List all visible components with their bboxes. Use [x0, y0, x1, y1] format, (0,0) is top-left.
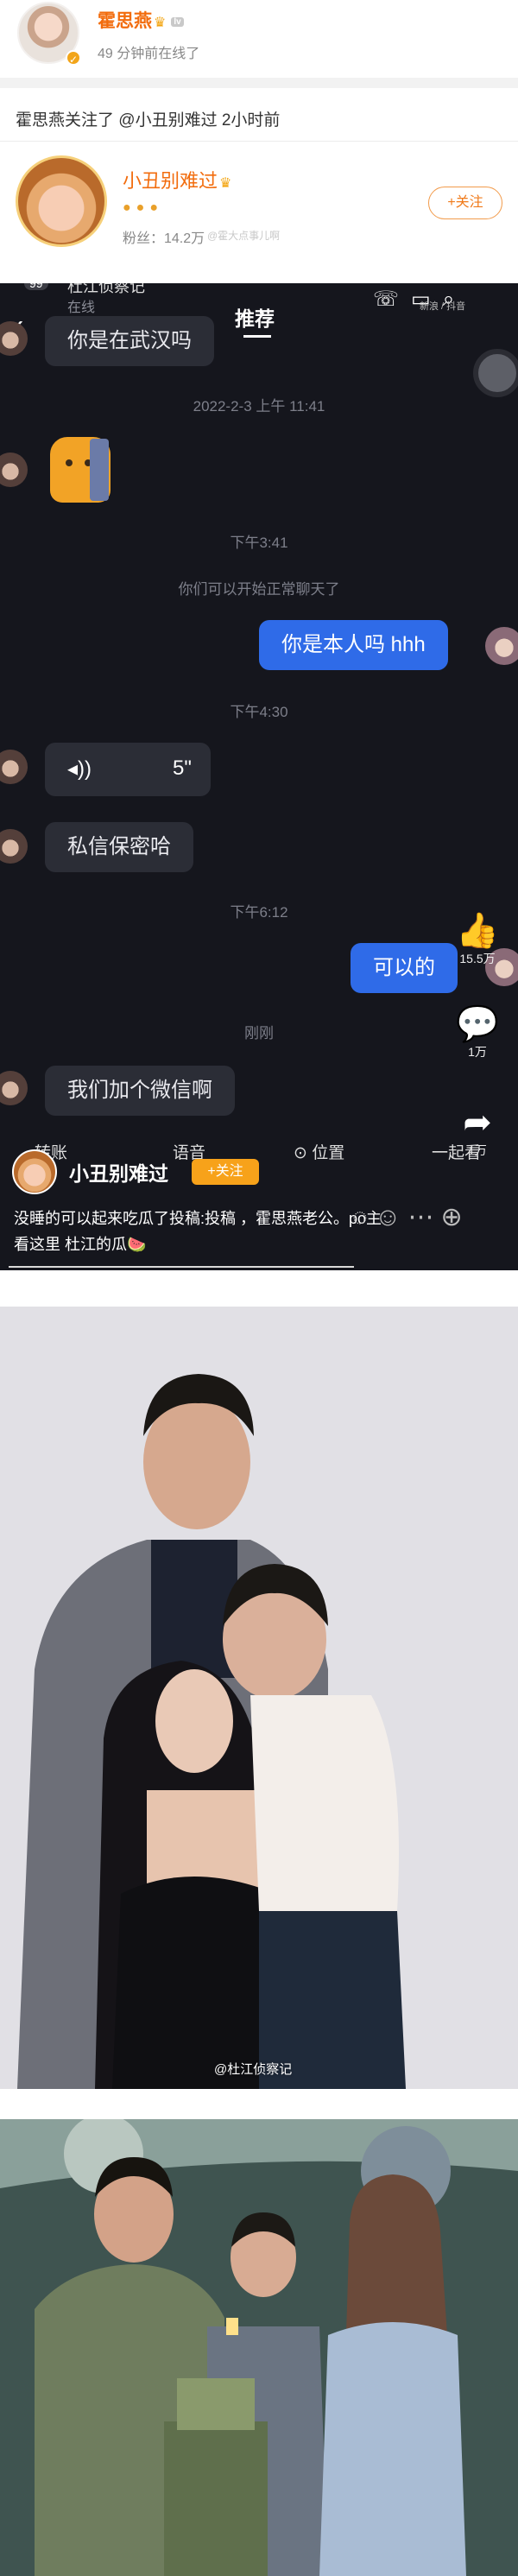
phone-icon[interactable]: ☏: [373, 288, 411, 311]
timestamp: 下午3:41: [230, 535, 288, 551]
location-icon: ⊙: [294, 1144, 313, 1162]
message-bubble: 我们加个微信啊: [45, 1066, 235, 1116]
user-card-avatar[interactable]: [16, 155, 107, 247]
avatar[interactable]: [0, 453, 28, 487]
user-card-name-row[interactable]: 小丑别难过 ♛: [123, 166, 231, 193]
poster-follow-button[interactable]: +关注: [192, 1159, 259, 1185]
gift-icon[interactable]: ◌: [352, 1203, 375, 1231]
profile-name[interactable]: 霍思燕: [98, 11, 152, 31]
caption-icons: ◌☺⋯⊕: [352, 1202, 470, 1232]
medal-icons: ●●●: [123, 200, 163, 215]
chat-screenshot: 99 杜江侦察记 ‹ 在线 推荐 ☏▭⌕ 新浪 / 抖音 你是在武汉吗 2022…: [0, 283, 518, 1270]
profile-name-row[interactable]: 霍思燕 ♛ lv: [98, 7, 184, 33]
watch-together-button[interactable]: 一起看: [432, 1140, 481, 1163]
activity-text: 霍思燕关注了 @小丑别难过 2小时前: [16, 111, 281, 130]
watermark: @霍大点事儿啊: [207, 230, 281, 242]
avatar[interactable]: [0, 829, 28, 864]
follow-button[interactable]: +关注: [428, 187, 502, 219]
message-bubble: 你是本人吗 hhh: [259, 620, 448, 670]
poster-avatar[interactable]: [12, 1149, 57, 1194]
add-icon[interactable]: ⊕: [440, 1203, 469, 1231]
birthday-photo-illustration: [0, 2119, 518, 2576]
profile-header: ✓ 霍思燕 ♛ lv 49 分钟前在线了: [0, 0, 518, 76]
more-icon[interactable]: ⋯: [407, 1203, 440, 1231]
comment-count: 1万: [468, 1045, 487, 1059]
comment-icon: 💬: [456, 1005, 499, 1043]
watermark: @杜江侦察记: [214, 2062, 293, 2077]
avatar[interactable]: [485, 627, 518, 665]
avatar[interactable]: [0, 321, 28, 356]
family-photo-illustration: [0, 1307, 518, 2089]
like-count: 15.5万: [459, 952, 496, 965]
comment-button[interactable]: 💬 1万: [447, 1005, 508, 1060]
video-progress-bar[interactable]: [9, 1266, 354, 1268]
video-caption: 没睡的可以起来吃瓜了投稿:投稿 ，霍思燕老公。po主看这里 杜江的瓜🍉: [14, 1210, 382, 1253]
voice-length: 5": [173, 756, 192, 780]
watermark: 新浪 / 抖音: [420, 301, 466, 312]
location-label: 位置: [312, 1144, 345, 1162]
tab-recommend[interactable]: 推荐: [235, 302, 275, 332]
tab-indicator: [243, 335, 271, 338]
crown-icon: ♛: [154, 16, 167, 30]
message-bubble: 你是在武汉吗: [45, 316, 214, 366]
contact-status: 在线: [67, 301, 96, 315]
sticker-image: [90, 439, 109, 501]
divider: [0, 78, 518, 88]
location-button[interactable]: ⊙ 位置: [294, 1140, 344, 1163]
emoji-icon[interactable]: ☺: [375, 1203, 408, 1231]
divider: [0, 141, 518, 142]
user-card-name[interactable]: 小丑别难过: [123, 170, 218, 192]
avatar[interactable]: [0, 1071, 28, 1105]
fans-count: 粉丝：14.2万: [123, 231, 205, 246]
avatar[interactable]: [0, 750, 28, 784]
timestamp: 2022-2-3 上午 11:41: [193, 398, 325, 415]
timestamp: 下午6:12: [230, 904, 288, 921]
timestamp: 刚刚: [244, 1025, 274, 1041]
crown-icon: ♛: [219, 176, 232, 191]
timestamp: 下午4:30: [230, 704, 288, 720]
birthday-photo: [0, 2119, 518, 2576]
voice-message[interactable]: ◂)) 5": [45, 743, 211, 796]
poster-name[interactable]: 小丑别难过: [69, 1157, 168, 1187]
unread-badge: 99: [24, 283, 48, 290]
verified-icon: ✓: [66, 50, 81, 66]
like-button[interactable]: 👍 15.5万: [447, 912, 508, 967]
message-bubble: 私信保密哈: [45, 822, 193, 872]
like-icon: 👍: [456, 912, 499, 950]
level-badge: lv: [171, 17, 184, 27]
floating-ball[interactable]: [473, 349, 518, 397]
voice-icon: ◂)): [67, 757, 92, 781]
message-bubble: 可以的: [351, 943, 458, 993]
system-notice: 你们可以开始正常聊天了: [178, 581, 340, 598]
online-status: 49 分钟前在线了: [98, 47, 200, 61]
family-photo: @杜江侦察记: [0, 1307, 518, 2089]
